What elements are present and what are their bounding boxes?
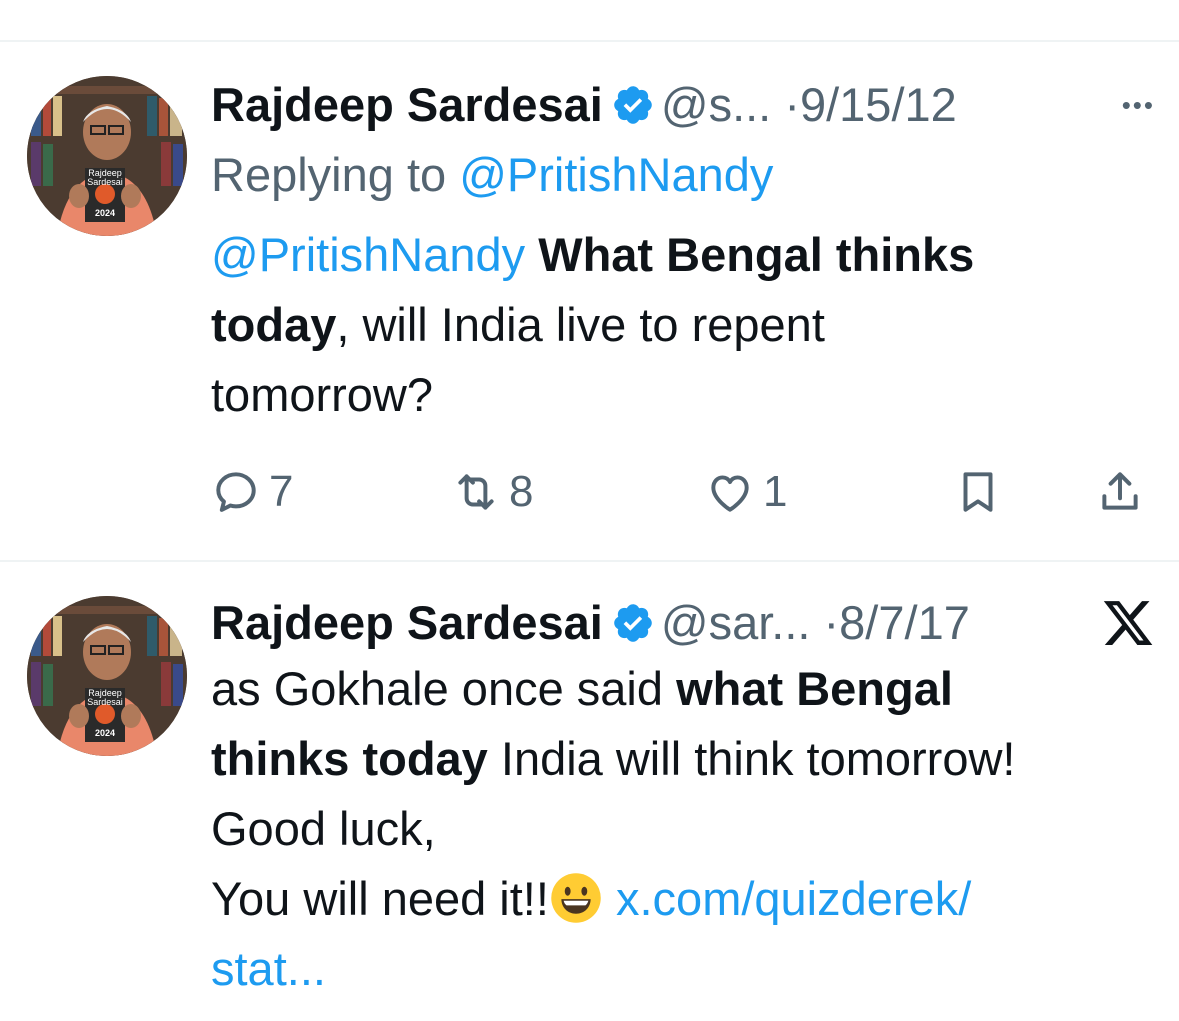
separator-dot: · [784,78,800,131]
share-button[interactable] [1095,462,1153,522]
book-title-line2: Sardesai [87,697,123,707]
tweet-text: as Gokhale once said what Bengal thinks … [211,654,1155,1004]
like-icon [711,475,749,512]
tweet-url-link-continued[interactable]: stat... [211,942,326,995]
more-options-icon[interactable]: ••• [1122,74,1155,136]
tweet-content: Rajdeep Sardesai @sar... ·8/7/17 as Gokha… [211,592,1155,1004]
tweet-2[interactable]: Rajdeep Sardesai 2024 Rajdeep Sardesai @s… [0,562,1179,1021]
avatar[interactable]: Rajdeep Sardesai 2024 [27,596,187,756]
book-year: 2024 [95,208,115,218]
separator-dot: · [823,596,840,649]
book-year: 2024 [95,728,115,738]
tweet-header: Rajdeep Sardesai @sar... ·8/7/17 [211,592,1155,654]
body-text: India will think tomorrow! [487,732,1016,785]
bold-text: what Bengal [676,662,953,715]
author-handle[interactable]: @sar... [661,596,811,649]
reply-icon [216,472,256,512]
tweet-url-link[interactable]: x.com/quizderek/ [603,872,971,925]
body-text: tomorrow? [211,368,434,421]
like-count: 1 [763,467,788,516]
verified-badge-icon [611,80,655,124]
replying-to: Replying to @PritishNandy [211,144,1155,206]
book-title-line2: Sardesai [87,177,123,187]
grinning-face-emoji-icon [549,871,603,925]
tweet-header: Rajdeep Sardesai @s... ·9/15/12 ••• [211,74,1155,136]
reply-count: 7 [269,467,294,516]
replying-to-label: Replying to [211,148,460,201]
reply-mention-link[interactable]: @PritishNandy [459,148,773,201]
tweet-actions: 7 8 1 [211,462,1157,522]
tweet-text: @PritishNandy What Bengal thinks today, … [211,220,1155,430]
repost-button[interactable]: 8 [451,462,533,522]
like-button[interactable]: 1 [705,462,787,522]
author-name[interactable]: Rajdeep Sardesai [211,596,603,649]
mention-link[interactable]: @PritishNandy [211,228,525,281]
bookmark-button[interactable] [953,462,1011,522]
tweet-content: Rajdeep Sardesai @s... ·9/15/12 ••• Reply… [211,74,1155,430]
reply-button[interactable]: 7 [211,462,293,522]
repost-icon [458,474,494,510]
avatar[interactable]: Rajdeep Sardesai 2024 [27,76,187,236]
x-logo-icon [1103,601,1153,645]
author-handle[interactable]: @s... [661,78,771,131]
author-name[interactable]: Rajdeep Sardesai [211,78,603,131]
tweet-date[interactable]: 9/15/12 [800,78,957,131]
body-text: Good luck, [211,802,436,855]
verified-badge-icon [611,598,655,642]
bold-text: What Bengal thinks [525,228,975,281]
tweet-1[interactable]: Rajdeep Sardesai 2024 Rajdeep Sardesai @s… [0,42,1179,560]
bold-text: today [211,298,337,351]
body-text: You will need it!! [211,872,549,925]
bookmark-icon [963,472,993,512]
bold-text: thinks today [211,732,488,785]
body-text: as Gokhale once said [211,662,677,715]
share-icon [1102,472,1138,510]
repost-count: 8 [509,467,534,516]
body-text: , will India live to repent [336,298,825,351]
tweet-date[interactable]: 8/7/17 [839,596,970,649]
